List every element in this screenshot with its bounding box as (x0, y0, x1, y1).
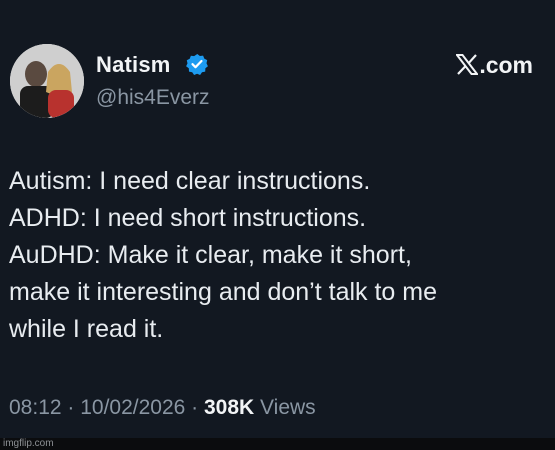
post-timestamp[interactable]: 08:12 · 10/02/2026 · (9, 396, 198, 419)
post-body: Autism: I need clear instructions. ADHD:… (9, 163, 544, 348)
post-body-line: while I read it. (9, 315, 164, 343)
post-card: Natism @his4Everz .com Autism: I need cl… (0, 0, 555, 450)
site-logo-text: .com (479, 52, 533, 78)
watermark: imgflip.com (3, 438, 54, 449)
views-count: 308K (204, 396, 255, 419)
post-body-line: ADHD: I need short instructions. (9, 204, 367, 232)
post-body-line: Autism: I need clear instructions. (9, 167, 371, 195)
avatar[interactable] (10, 44, 84, 118)
site-logo: .com (456, 52, 533, 79)
post-body-line: AuDHD: Make it clear, make it short, (9, 241, 412, 269)
author-handle[interactable]: @his4Everz (96, 86, 210, 110)
post-body-line: make it interesting and don’t talk to me (9, 278, 438, 306)
post-meta: 08:12 · 10/02/2026 · 308K Views (9, 396, 316, 420)
author-display-name[interactable]: Natism (96, 52, 171, 78)
verified-badge-icon (186, 54, 208, 75)
x-logo-icon (456, 52, 479, 75)
views-label: Views (260, 396, 316, 419)
